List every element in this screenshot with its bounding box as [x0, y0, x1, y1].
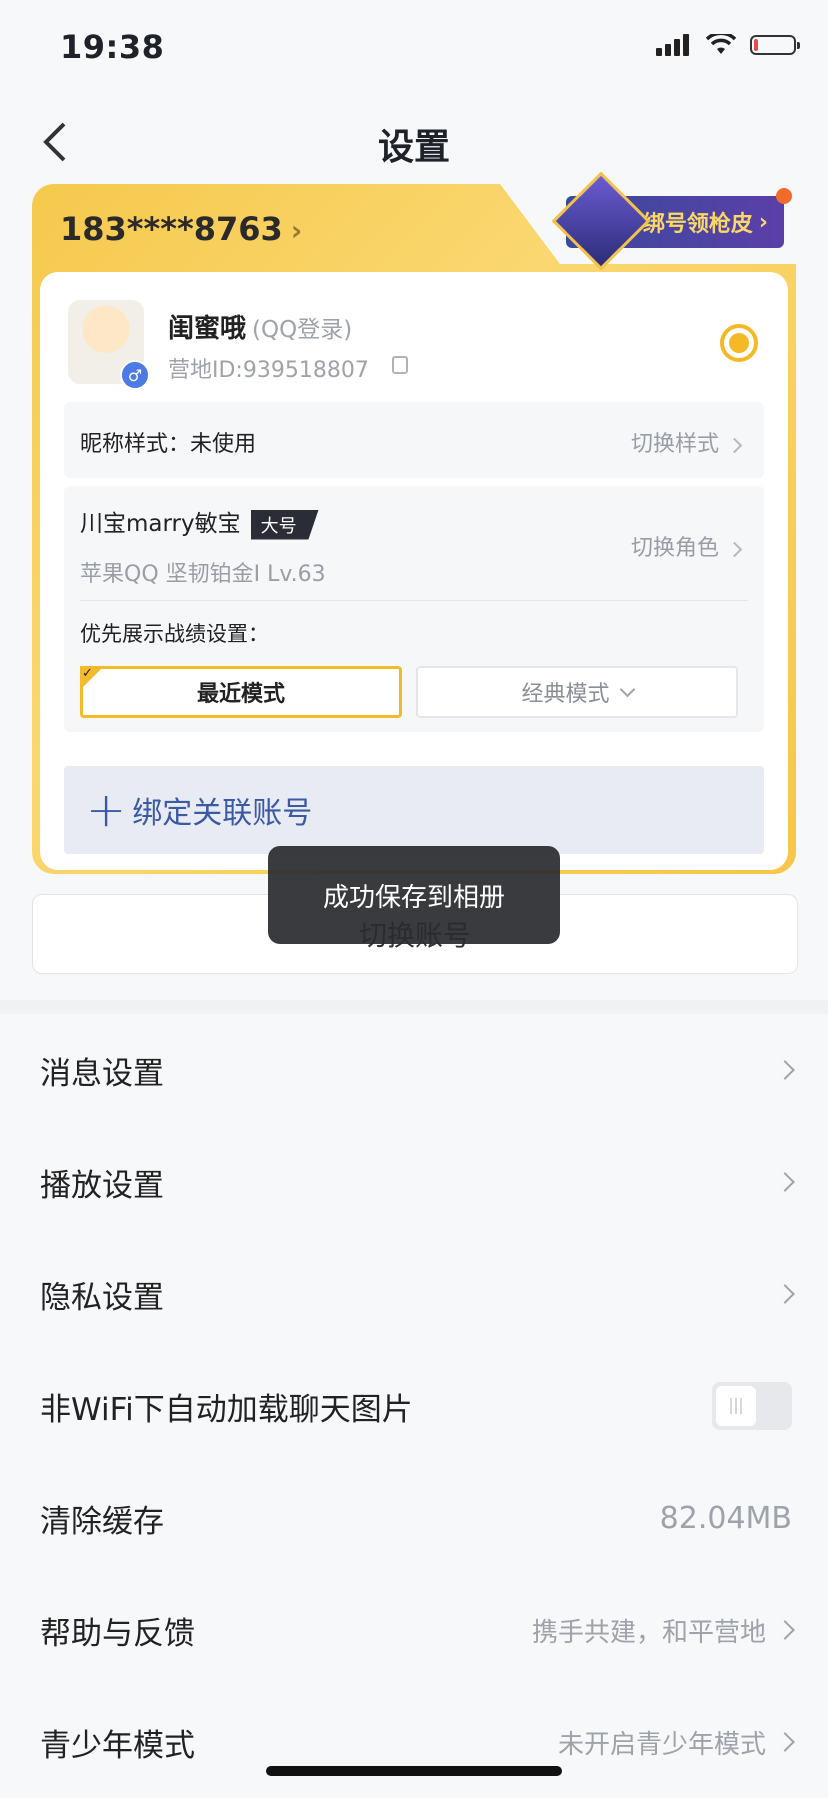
chevron-right-icon	[775, 1620, 795, 1640]
battery-icon	[750, 35, 800, 55]
nick-style-label: 昵称样式：未使用	[80, 432, 257, 457]
chevron-right-icon	[726, 541, 743, 557]
switch-role-label: 切换角色	[630, 536, 719, 561]
playback-settings-label: 播放设置	[40, 1167, 164, 1204]
wifi-images-row: 非WiFi下自动加载聊天图片	[0, 1350, 828, 1462]
nickname-text: 闺蜜哦	[168, 314, 247, 344]
classic-mode-label: 经典模式	[521, 682, 610, 707]
youth-mode-value: 未开启青少年模式	[557, 1729, 766, 1760]
plus-icon: +	[86, 782, 127, 838]
clear-cache-row[interactable]: 清除缓存 82.04MB	[0, 1462, 828, 1574]
check-icon: ✓	[80, 666, 104, 690]
promo-badge-label: 绑号领枪皮	[642, 212, 753, 237]
signal-icon	[656, 34, 689, 56]
message-settings-row[interactable]: 消息设置	[0, 1014, 828, 1126]
privacy-settings-row[interactable]: 隐私设置	[0, 1238, 828, 1350]
switch-style-link[interactable]: 切换样式	[630, 426, 743, 458]
recent-mode-button[interactable]: 最近模式	[80, 666, 402, 718]
switch-role-link[interactable]: 切换角色	[630, 530, 743, 562]
wifi-icon	[706, 34, 736, 54]
playback-settings-row[interactable]: 播放设置	[0, 1126, 828, 1238]
main-account-tag: 大号	[250, 509, 319, 540]
chevron-right-icon	[775, 1060, 795, 1080]
chevron-right-icon	[775, 1732, 795, 1752]
clear-cache-label: 清除缓存	[40, 1503, 164, 1540]
switch-style-label: 切换样式	[630, 432, 719, 457]
chevron-right-icon: ›	[758, 209, 768, 235]
role-name-text: 川宝marry敏宝	[80, 511, 241, 537]
role-details: 苹果QQ 坚韧铂金Ⅰ Lv.63	[80, 562, 326, 587]
bind-account-label: 绑定关联账号	[132, 796, 313, 831]
cache-size: 82.04MB	[659, 1500, 792, 1536]
copy-icon[interactable]	[392, 356, 408, 374]
section-divider	[0, 1000, 828, 1014]
bind-account-button[interactable]: + 绑定关联账号	[64, 766, 764, 854]
role-name: 川宝marry敏宝 大号	[80, 504, 319, 540]
chevron-down-icon	[619, 681, 635, 697]
record-display-label: 优先展示战绩设置：	[80, 622, 269, 646]
divider	[80, 600, 748, 601]
help-feedback-label: 帮助与反馈	[40, 1615, 195, 1652]
account-phone[interactable]: 183****8763 ›	[60, 210, 302, 248]
classic-mode-dropdown[interactable]: 经典模式	[416, 666, 738, 718]
nickname: 闺蜜哦 (QQ登录)	[168, 308, 352, 345]
youth-mode-row[interactable]: 青少年模式 未开启青少年模式	[0, 1686, 828, 1798]
notification-dot	[776, 188, 792, 204]
status-time: 19:38	[60, 28, 165, 66]
wifi-images-label: 非WiFi下自动加载聊天图片	[40, 1391, 413, 1428]
wifi-images-toggle[interactable]	[712, 1382, 792, 1430]
youth-mode-label: 青少年模式	[40, 1727, 195, 1764]
status-icons	[656, 34, 800, 56]
toast-message: 成功保存到相册	[268, 846, 560, 944]
male-icon: ♂	[120, 360, 150, 390]
help-feedback-value: 携手共建，和平营地	[531, 1617, 766, 1648]
chevron-right-icon	[775, 1172, 795, 1192]
help-feedback-row[interactable]: 帮助与反馈 携手共建，和平营地	[0, 1574, 828, 1686]
page-title: 设置	[377, 127, 450, 168]
chevron-right-icon	[726, 437, 743, 453]
message-settings-label: 消息设置	[40, 1055, 164, 1092]
phone-number: 183****8763	[60, 210, 283, 248]
privacy-settings-label: 隐私设置	[40, 1279, 164, 1316]
login-type: (QQ登录)	[252, 317, 353, 343]
chevron-right-icon: ›	[290, 214, 303, 247]
home-indicator[interactable]	[266, 1766, 562, 1776]
account-selected-radio[interactable]	[720, 324, 758, 362]
camp-id: 营地ID:939518807	[168, 358, 369, 383]
chevron-right-icon	[775, 1284, 795, 1304]
